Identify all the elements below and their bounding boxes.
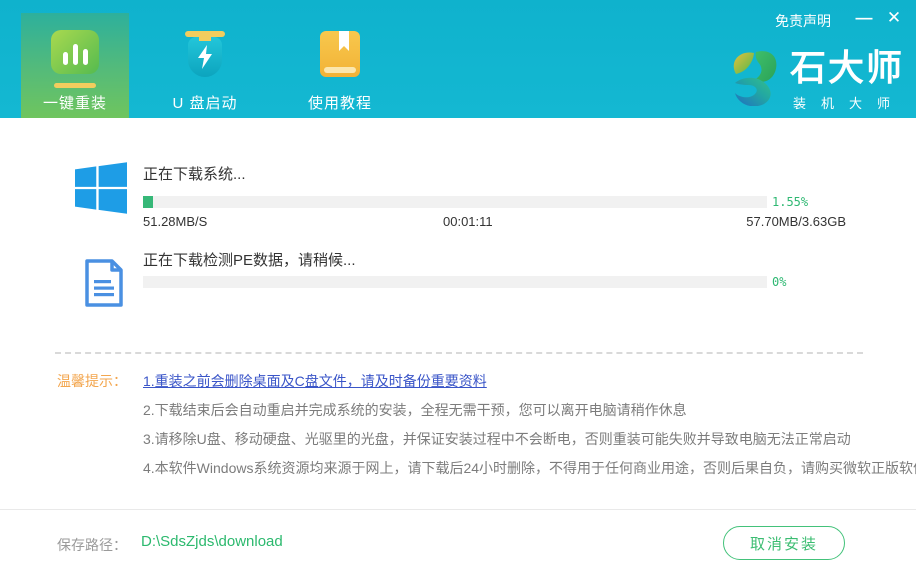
tab-underline-spacer bbox=[319, 83, 361, 88]
system-download-title: 正在下载系统... bbox=[143, 163, 246, 184]
tip-line-backup: 1.重装之前会删除桌面及C盘文件，请及时备份重要资料 bbox=[143, 371, 487, 391]
pe-download-progressbar bbox=[143, 276, 767, 288]
brand-logo: 石大师 装机大师 bbox=[728, 48, 905, 112]
close-button[interactable]: ✕ bbox=[882, 6, 906, 30]
app-window: 一键重装 U 盘启动 bbox=[0, 0, 916, 578]
tab-tutorial[interactable]: 使用教程 bbox=[286, 13, 394, 118]
tab-usb-boot[interactable]: U 盘启动 bbox=[151, 13, 259, 118]
tab-label: 使用教程 bbox=[308, 92, 372, 113]
tab-label: 一键重装 bbox=[43, 92, 107, 113]
tips-label: 温馨提示： bbox=[57, 371, 127, 391]
brand-logo-icon bbox=[728, 48, 782, 106]
system-download-percent: 1.55% bbox=[772, 195, 808, 209]
tip-line-license: 4.本软件Windows系统资源均来源于网上，请下载后24小时删除，不得用于任何… bbox=[143, 458, 916, 478]
system-download-progress-fill bbox=[143, 196, 153, 208]
downloaded-size: 57.70MB/3.63GB bbox=[746, 214, 846, 229]
download-speed: 51.28MB/S bbox=[143, 214, 207, 229]
dashed-divider bbox=[55, 352, 863, 354]
tab-underline-spacer bbox=[184, 83, 226, 88]
document-icon bbox=[84, 259, 124, 307]
tab-one-click-reinstall[interactable]: 一键重装 bbox=[21, 13, 129, 118]
pe-download-percent: 0% bbox=[772, 275, 786, 289]
footer-divider bbox=[0, 509, 916, 510]
book-icon bbox=[316, 30, 364, 78]
title-bar: 一键重装 U 盘启动 bbox=[0, 0, 916, 118]
save-path-value: D:\SdsZjds\download bbox=[141, 533, 283, 550]
save-path-label: 保存路径： bbox=[57, 535, 127, 555]
active-tab-underline bbox=[54, 83, 96, 88]
bar-chart-icon bbox=[51, 30, 99, 78]
tab-label: U 盘启动 bbox=[172, 92, 237, 113]
disclaimer-link[interactable]: 免责声明 bbox=[775, 11, 831, 31]
elapsed-time: 00:01:11 bbox=[443, 214, 493, 229]
cancel-install-button[interactable]: 取消安装 bbox=[723, 526, 845, 560]
tip-line-autorestart: 2.下载结束后会自动重启并完成系统的安装，全程无需干预，您可以离开电脑请稍作休息 bbox=[143, 400, 687, 420]
windows-logo-icon bbox=[75, 162, 127, 214]
minimize-button[interactable]: — bbox=[852, 6, 876, 30]
brand-title: 石大师 bbox=[790, 48, 905, 88]
brand-subtitle: 装机大师 bbox=[790, 93, 905, 112]
tip-line-remove-usb: 3.请移除U盘、移动硬盘、光驱里的光盘，并保证安装过程中不会断电，否则重装可能失… bbox=[143, 429, 851, 449]
pe-download-title: 正在下载检测PE数据，请稍候... bbox=[143, 249, 356, 270]
system-download-progressbar bbox=[143, 196, 767, 208]
usb-shield-icon bbox=[181, 30, 229, 78]
